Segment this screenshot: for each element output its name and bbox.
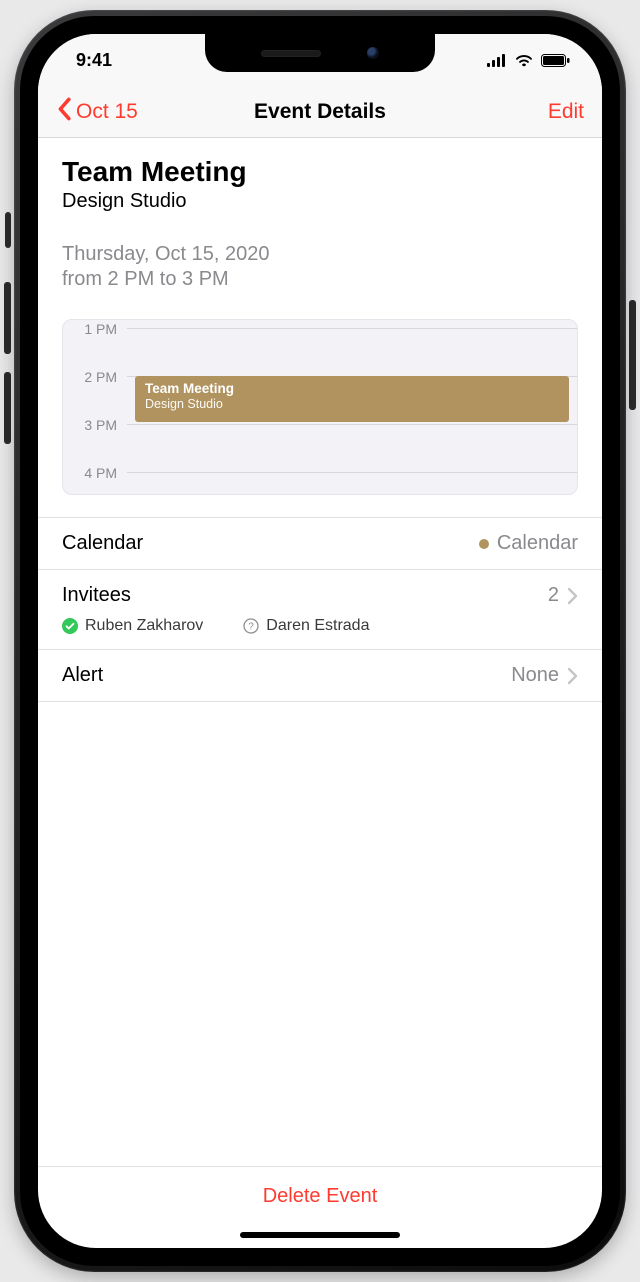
alert-value: None — [511, 664, 559, 687]
delete-event-button[interactable]: Delete Event — [38, 1166, 602, 1224]
invitees-count: 2 — [548, 584, 559, 607]
calendar-label: Calendar — [62, 532, 143, 555]
battery-icon — [541, 54, 570, 67]
calendar-value: Calendar — [497, 532, 578, 555]
timeline[interactable]: 1 PM 2 PM 3 PM 4 PM Team Meeting Design … — [62, 319, 578, 495]
status-time: 9:41 — [64, 50, 112, 71]
event-title: Team Meeting — [62, 156, 578, 188]
power-button[interactable] — [629, 300, 636, 410]
accepted-icon — [62, 618, 78, 634]
invitee-name: Ruben Zakharov — [85, 617, 203, 635]
timeline-event-block[interactable]: Team Meeting Design Studio — [135, 376, 569, 422]
timeline-event-title: Team Meeting — [145, 381, 559, 397]
event-location: Design Studio — [62, 190, 578, 213]
device-frame: 9:41 — [0, 0, 640, 1282]
notch — [205, 34, 435, 72]
hour-label: 2 PM — [63, 370, 127, 384]
invitee-item: Ruben Zakharov — [62, 617, 203, 635]
nav-title: Event Details — [254, 100, 386, 124]
event-time: from 2 PM to 3 PM — [62, 268, 578, 291]
calendar-row[interactable]: Calendar Calendar — [38, 517, 602, 570]
hour-label: 1 PM — [63, 322, 127, 336]
alert-label: Alert — [62, 664, 103, 687]
front-camera — [367, 47, 379, 59]
invitee-item: ? Daren Estrada — [243, 617, 369, 635]
invitees-row[interactable]: Invitees 2 — [38, 570, 602, 650]
nav-bar: Oct 15 Event Details Edit — [38, 86, 602, 138]
event-date: Thursday, Oct 15, 2020 — [62, 243, 578, 266]
back-label: Oct 15 — [76, 100, 138, 124]
home-indicator[interactable] — [240, 1232, 400, 1238]
timeline-event-location: Design Studio — [145, 397, 559, 411]
volume-up-button[interactable] — [4, 282, 11, 354]
edit-button[interactable]: Edit — [548, 100, 584, 124]
back-button[interactable]: Oct 15 — [56, 97, 138, 127]
chevron-right-icon — [567, 667, 578, 685]
volume-down-button[interactable] — [4, 372, 11, 444]
pending-icon: ? — [243, 618, 259, 634]
hour-label: 3 PM — [63, 418, 127, 432]
chevron-left-icon — [56, 97, 72, 127]
invitee-name: Daren Estrada — [266, 617, 369, 635]
ringer-switch[interactable] — [5, 212, 11, 248]
cellular-icon — [487, 54, 507, 67]
hour-label: 4 PM — [63, 466, 127, 480]
chevron-right-icon — [567, 587, 578, 605]
alert-row[interactable]: Alert None — [38, 650, 602, 702]
content: Team Meeting Design Studio Thursday, Oct… — [38, 138, 602, 702]
svg-text:?: ? — [249, 622, 255, 633]
speaker-grille — [261, 50, 321, 57]
calendar-color-dot — [479, 539, 489, 549]
invitees-label: Invitees — [62, 584, 131, 607]
wifi-icon — [514, 53, 534, 67]
